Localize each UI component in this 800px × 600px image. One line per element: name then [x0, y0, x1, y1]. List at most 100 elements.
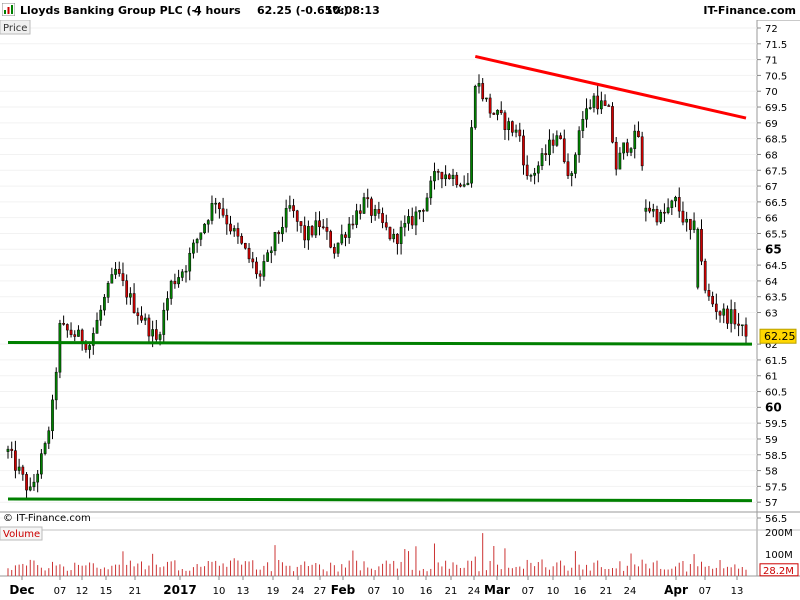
time-tick-label: Feb	[331, 583, 356, 597]
candle-up	[540, 153, 544, 167]
price-tick-label: 61	[765, 372, 778, 383]
price-label: Price	[3, 23, 27, 34]
time-tick-label: 13	[731, 586, 744, 597]
candle-down	[370, 198, 373, 216]
candle-down	[221, 208, 225, 216]
candle-up	[355, 210, 358, 225]
candle-down	[525, 164, 529, 176]
candle-up	[644, 207, 648, 212]
candle-down	[240, 235, 243, 244]
candle-up	[470, 127, 473, 184]
candle-down	[481, 83, 485, 100]
candle-up	[99, 309, 103, 321]
time-tick-label: 10	[392, 586, 405, 597]
price-tick-label: 57.5	[765, 482, 787, 493]
candle-up	[577, 130, 581, 156]
candle-up	[685, 218, 689, 223]
candle-down	[136, 312, 140, 317]
price-tick-label: 69	[765, 119, 778, 130]
time-tick-label: 07	[699, 586, 712, 597]
last-price-label: 62.25	[764, 330, 796, 343]
candle-down	[321, 226, 325, 229]
candle-down	[718, 311, 722, 316]
candle-up	[203, 223, 206, 234]
price-tick-label: 59	[765, 435, 778, 446]
candle-up	[206, 220, 210, 225]
chart-header: Lloyds Banking Group PLC (-) 4 hours 62.…	[0, 0, 800, 21]
candle-up	[451, 174, 455, 179]
candle-down	[251, 258, 255, 263]
candle-down	[25, 474, 28, 491]
candle-down	[733, 309, 737, 325]
candle-down	[663, 211, 666, 214]
candle-down	[10, 448, 14, 451]
candle-up	[600, 100, 603, 110]
candle-down	[243, 242, 247, 249]
price-chart[interactable]: 56.55757.55858.55959.56060.56161.5626363…	[0, 20, 800, 600]
candle-up	[177, 277, 180, 285]
candle-down	[329, 231, 333, 248]
price-tick-label: 66.5	[765, 198, 787, 209]
candle-down	[611, 106, 614, 143]
candle-up	[696, 229, 700, 288]
candle-up	[588, 107, 592, 109]
candle-up	[28, 486, 32, 491]
price-tick-label: 64.5	[765, 261, 787, 272]
candle-up	[433, 171, 436, 182]
time-tick-label: 13	[237, 586, 250, 597]
time-tick-label: 15	[100, 586, 113, 597]
it-finance-logo-icon	[2, 3, 15, 16]
candle-up	[585, 108, 588, 120]
candle-down	[492, 112, 496, 115]
price-tick-label: 69.5	[765, 103, 787, 114]
candle-up	[629, 148, 633, 153]
candle-up	[214, 202, 218, 205]
candle-down	[351, 223, 355, 226]
candle-up	[407, 216, 410, 224]
candle-up	[110, 274, 114, 284]
candle-up	[473, 86, 477, 128]
time-tick-label: 12	[76, 586, 89, 597]
volume-tick-label: 100M	[765, 550, 793, 561]
candle-up	[555, 135, 559, 146]
candle-up	[529, 175, 533, 177]
candle-up	[477, 83, 481, 87]
candle-down	[744, 324, 748, 337]
candle-down	[310, 226, 314, 236]
candle-up	[674, 197, 677, 202]
candle-down	[637, 130, 640, 138]
candle-up	[269, 250, 273, 253]
candle-up	[403, 223, 407, 228]
candle-down	[303, 225, 307, 241]
candle-up	[199, 232, 203, 240]
candle-up	[184, 270, 188, 273]
candle-up	[195, 239, 199, 244]
candle-up	[429, 180, 433, 199]
price-label-box: Price	[0, 20, 31, 35]
candle-up	[284, 208, 288, 228]
candle-up	[88, 345, 91, 350]
candle-up	[151, 329, 154, 337]
candle-up	[414, 211, 418, 226]
candle-up	[166, 298, 169, 311]
candle-down	[499, 109, 503, 114]
candle-down	[562, 138, 566, 162]
candle-down	[140, 315, 143, 321]
time-tick-label: 07	[54, 586, 67, 597]
candle-up	[425, 197, 429, 212]
candle-down	[436, 171, 440, 173]
candle-up	[6, 448, 10, 452]
candle-down	[737, 323, 740, 326]
candle-down	[62, 323, 65, 325]
candle-up	[722, 308, 726, 316]
time-tick-label: 10	[547, 586, 560, 597]
last-volume-label: 28.2M	[763, 566, 794, 577]
price-tick-label: 64	[765, 277, 778, 288]
candle-down	[396, 233, 399, 244]
instrument-name: Lloyds Banking Group PLC (-)	[20, 4, 202, 17]
candle-up	[158, 334, 162, 340]
trendline-support-upper	[7, 341, 753, 346]
candle-down	[614, 141, 618, 170]
candle-down	[247, 247, 251, 260]
time-tick-label: 10	[213, 586, 226, 597]
